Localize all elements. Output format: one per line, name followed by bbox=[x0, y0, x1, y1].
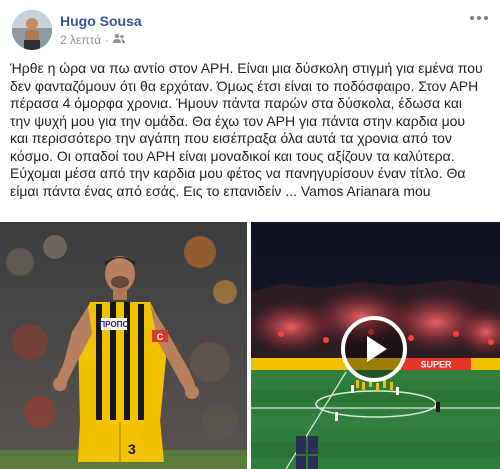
shirt-number: 3 bbox=[128, 441, 136, 457]
post-text-line: και περισσότερο την αγάπη που εισέπραξα … bbox=[10, 130, 452, 146]
post-header: Hugo Sousa 2 λεπτά · bbox=[10, 8, 490, 52]
more-options-icon[interactable] bbox=[468, 10, 490, 26]
post-meta: 2 λεπτά · bbox=[60, 33, 126, 47]
stadium-video[interactable]: SUPER bbox=[251, 222, 500, 469]
play-icon[interactable] bbox=[341, 316, 407, 382]
post-text-line: είμαι πάντα ένας από εσάς. Εις το επανιδ… bbox=[10, 182, 431, 199]
post-time[interactable]: 2 λεπτά bbox=[60, 33, 101, 47]
post-text-line: πέρασα 4 όμορφα χρονια. Ήμουν πάντα παρώ… bbox=[10, 95, 463, 111]
shirt-sponsor: ΠΡΟΠΟ bbox=[99, 320, 128, 329]
post-text-line: Εύχομαι μέσα από την καρδια μου φέτος να… bbox=[10, 165, 466, 181]
post-text: Ήρθε η ώρα να πω αντίο στον ΑΡΗ. Είναι μ… bbox=[10, 60, 492, 200]
post-text-line: κόσμο. Οι οπαδοί του ΑΡΗ είναι μοναδικοί… bbox=[10, 147, 455, 164]
stadium-banner: SUPER bbox=[420, 360, 452, 370]
captain-band: C bbox=[157, 332, 164, 342]
post-text-line: την ψυχή μου για την ομάδα. Θα έχω τον Α… bbox=[10, 112, 466, 129]
author-name[interactable]: Hugo Sousa bbox=[60, 13, 142, 29]
post-text-line: Ήρθε η ώρα να πω αντίο στον ΑΡΗ. Είναι μ… bbox=[10, 60, 483, 76]
meta-separator: · bbox=[105, 33, 110, 47]
player-photo[interactable]: ΠΡΟΠΟ C 3 bbox=[0, 222, 247, 469]
friends-icon[interactable] bbox=[113, 33, 126, 47]
post-media: ΠΡΟΠΟ C 3 SUPER bbox=[0, 222, 500, 469]
post-text-line: δεν φανταζόμουν ότι θα ερχόταν. Όμως έτσ… bbox=[10, 77, 479, 94]
avatar[interactable] bbox=[12, 10, 52, 50]
